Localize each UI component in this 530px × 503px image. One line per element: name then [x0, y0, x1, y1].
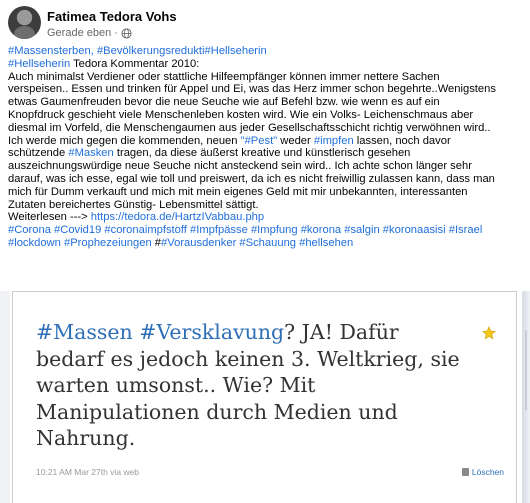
globe-icon[interactable]	[121, 27, 132, 39]
text-line: schützende #Masken tragen, da diese äuße…	[8, 147, 526, 160]
hashtag[interactable]: #Hellseherin	[205, 45, 267, 57]
tweet-line: Manipulationen durch Medien und	[36, 399, 398, 424]
delete-button: Löschen	[461, 467, 504, 477]
text-segment: tragen, da diese äußerst kreative und kü…	[113, 147, 411, 160]
text-line: #lockdown #Prophezeiungen ##Vorausdenker…	[8, 237, 526, 250]
text-line: darauf, was ich esse, egal wie toll und …	[8, 172, 495, 185]
text-segment: Weiterlesen --->	[8, 211, 91, 224]
tweet-timestamp: 10:21 AM Mar 27th via web	[36, 467, 140, 477]
text-line: Weiterlesen ---> https://tedora.de/Hartz…	[8, 211, 526, 224]
avatar[interactable]	[8, 6, 41, 39]
text-line: #Massensterben, #Bevölkerungsredukti#Hel…	[8, 45, 526, 58]
text-line: mich für Dumm verkauft und mich mit mein…	[8, 185, 468, 198]
hashtag-line[interactable]: #Corona #Covid19 #coronaimpfstoff #Impfp…	[8, 224, 526, 237]
text-line: #Hellseherin Tedora Kommentar 2010:	[8, 58, 526, 71]
author-name[interactable]: Fatimea Tedora Vohs	[47, 9, 177, 24]
text-line: auszeichnungswürdige neue Seuche nicht a…	[8, 160, 472, 173]
tweet-hashtag: #Versklavung	[139, 320, 285, 344]
text-line: Zutaten bereichertes Günstig- Lebensmitt…	[8, 198, 259, 211]
text-segment: Tedora Kommentar 2010:	[70, 57, 200, 70]
tweet-text: #Massen #Versklavung? JA! Dafür bedarf e…	[36, 319, 476, 452]
text-segment: weder	[277, 134, 314, 147]
tweet-line: bedarf es jedoch keinen 3. Weltkrieg, si…	[36, 346, 460, 371]
tweet-line: warten umsonst.. Wie? Mit	[36, 373, 316, 397]
text-segment: #	[151, 236, 162, 249]
hashtag[interactable]: "#Pest"	[241, 135, 278, 147]
text-line: diesmal im Vorfeld, die Menschengaumen a…	[8, 121, 491, 134]
hashtag[interactable]: #Hellseherin	[8, 58, 70, 70]
hashtag[interactable]: #impfen	[314, 135, 354, 147]
tweet-hashtag: #Massen	[36, 320, 133, 344]
tweet-footer: 10:21 AM Mar 27th via web Löschen	[36, 467, 506, 481]
text-line: Ich werde mich gegen die kommenden, neue…	[8, 135, 526, 148]
hashtag[interactable]: #Bevölkerungsredukti	[97, 45, 205, 57]
tweet-segment: ? JA! Dafür	[284, 320, 399, 344]
hashtag-group[interactable]: #lockdown #Prophezeiungen	[8, 237, 152, 249]
post-time[interactable]: Gerade eben	[47, 27, 111, 39]
read-more-link[interactable]: https://tedora.de/HartzIVabbau.php	[91, 211, 264, 223]
embedded-tweet-image[interactable]: #Massen #Versklavung? JA! Dafür bedarf e…	[12, 291, 517, 503]
hashtag[interactable]: #Masken	[68, 147, 113, 159]
post-body: #Massensterben, #Bevölkerungsredukti#Hel…	[8, 45, 526, 250]
trash-icon	[461, 468, 469, 476]
delete-label: Löschen	[471, 467, 504, 477]
text-line: Knopfdruck geschieht viele Menschenleben…	[8, 108, 474, 121]
hashtag-group[interactable]: #Vorausdenker #Schauung #hellsehen	[161, 237, 353, 249]
tweet-line: Nahrung.	[36, 426, 136, 450]
meta-separator: ·	[114, 27, 118, 39]
scroll-indicator	[525, 330, 527, 410]
post-meta: Gerade eben ·	[47, 27, 132, 39]
image-left-edge	[0, 291, 10, 503]
text-segment: schützende	[8, 147, 69, 160]
star-icon	[482, 326, 496, 340]
text-line: Auch minimalst Verdiener oder stattliche…	[8, 70, 440, 83]
text-line: verspeisen.. Essen und trinken für Appel…	[8, 83, 496, 96]
post-header: Fatimea Tedora Vohs Gerade eben ·	[8, 6, 522, 40]
tweet-line: #Massen #Versklavung? JA! Dafür	[36, 319, 476, 346]
text-line: etwas Gaumenfreuden bevor die neue Seuch…	[8, 96, 440, 109]
text-segment: lassen, noch davor	[353, 134, 451, 147]
text-segment: Ich werde mich gegen die kommenden, neue…	[8, 134, 241, 147]
hashtag[interactable]: #Massensterben,	[8, 45, 94, 57]
